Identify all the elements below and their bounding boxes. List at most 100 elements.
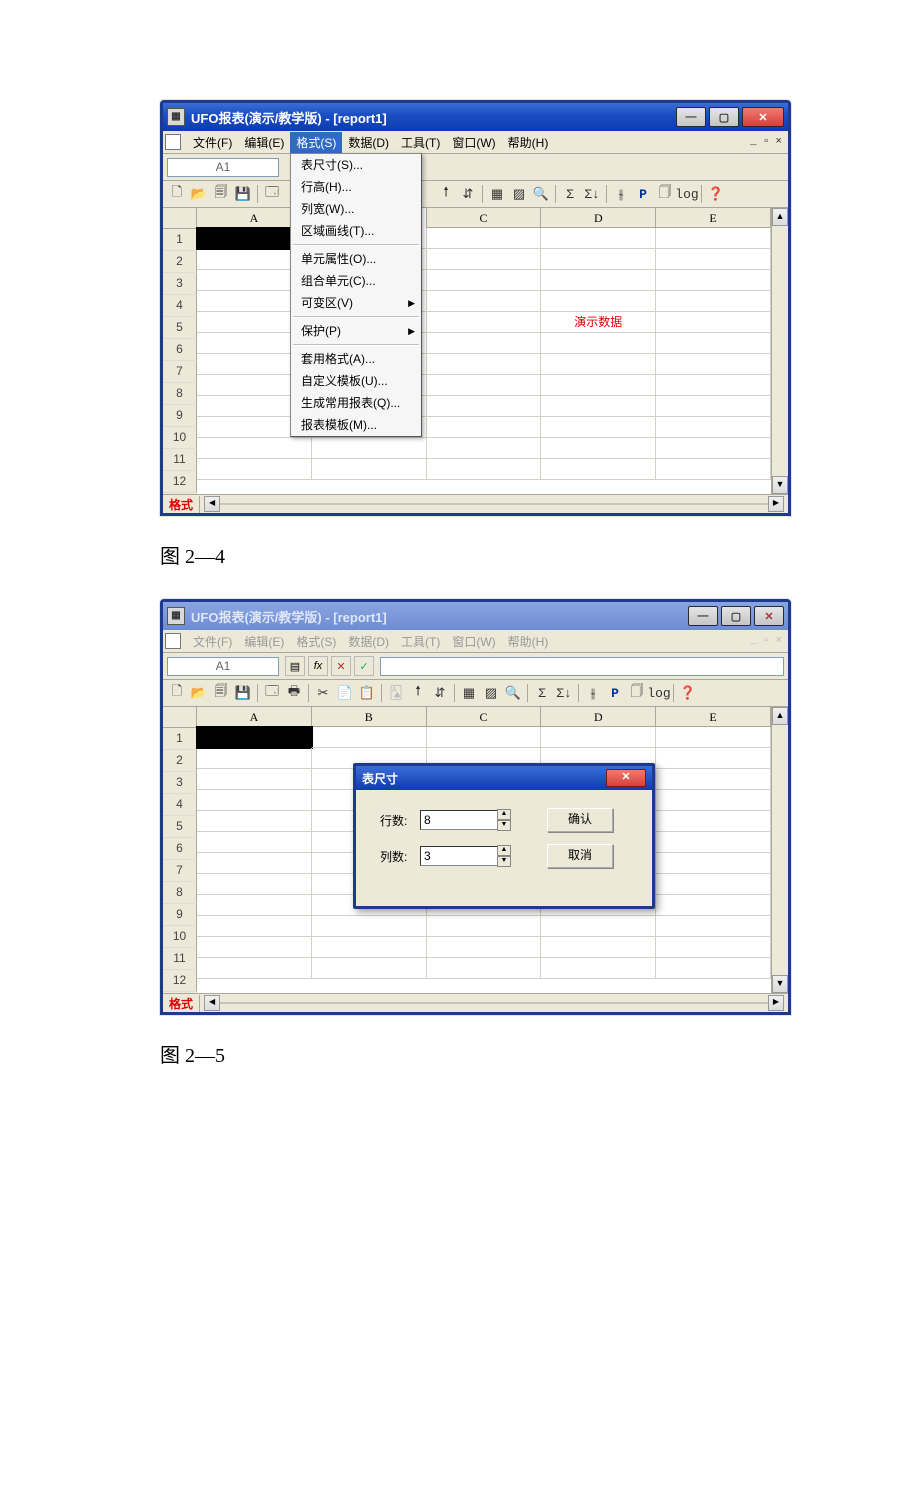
ok-button[interactable]: 确认	[547, 808, 613, 832]
save-icon[interactable]: 💾	[233, 184, 253, 204]
mdi-close[interactable]: ×	[775, 136, 782, 148]
chart-icon[interactable]: ▨	[509, 184, 529, 204]
find-icon[interactable]: 🔍	[503, 683, 523, 703]
print-icon[interactable]: 🖶	[284, 683, 304, 703]
menu-window[interactable]: 窗口(W)	[446, 132, 501, 153]
mdi-icon[interactable]	[165, 134, 181, 150]
sumsort-icon[interactable]: Σ↓	[582, 184, 602, 204]
col-header[interactable]: E	[656, 707, 771, 727]
confirm-icon[interactable]: ✓	[354, 656, 374, 676]
row-header[interactable]: 12	[163, 471, 197, 493]
row-header[interactable]: 7	[163, 860, 197, 882]
cols-spinner[interactable]: ▲▼	[497, 845, 511, 867]
scroll-down-icon[interactable]: ▼	[772, 975, 788, 993]
row-header[interactable]: 8	[163, 882, 197, 904]
menu-edit[interactable]: 编辑(E)	[238, 631, 290, 652]
log-icon[interactable]: log	[677, 184, 697, 204]
close-button[interactable]: ✕	[742, 107, 784, 127]
vertical-scrollbar[interactable]: ▲ ▼	[771, 208, 788, 494]
open-icon[interactable]: 📂	[189, 184, 209, 204]
menu-custom-template[interactable]: 自定义模板(U)...	[291, 370, 421, 392]
menu-apply-format[interactable]: 套用格式(A)...	[291, 348, 421, 370]
mdi-icon[interactable]	[165, 633, 181, 649]
row-header[interactable]: 4	[163, 295, 197, 317]
copy-icon[interactable]: 📄	[335, 683, 355, 703]
row-header[interactable]: 4	[163, 794, 197, 816]
cells-area[interactable]: 演示数据	[197, 228, 771, 494]
game-icon[interactable]: 🂡	[386, 683, 406, 703]
rows-spinner[interactable]: ▲▼	[497, 809, 511, 831]
menu-col-width[interactable]: 列宽(W)...	[291, 198, 421, 220]
sum-icon[interactable]: Σ	[560, 184, 580, 204]
row-header[interactable]: 7	[163, 361, 197, 383]
row-header[interactable]: 10	[163, 427, 197, 449]
open-icon[interactable]: 📂	[189, 683, 209, 703]
menu-format[interactable]: 格式(S)	[290, 132, 342, 153]
help-icon[interactable]: ❓	[678, 683, 698, 703]
mdi-close[interactable]: ×	[775, 635, 782, 647]
page-icon[interactable]: 🗍	[627, 683, 647, 703]
grid-corner[interactable]	[163, 707, 197, 728]
cell-reference[interactable]: A1	[167, 657, 279, 676]
menu-format[interactable]: 格式(S)	[290, 631, 342, 652]
row-header[interactable]: 6	[163, 838, 197, 860]
cell-reference[interactable]: A1	[167, 158, 279, 177]
arrow-icon[interactable]: 🠕	[408, 683, 428, 703]
row-header[interactable]: 8	[163, 383, 197, 405]
rows-input[interactable]	[420, 810, 498, 830]
preview-icon[interactable]: 🗔	[262, 184, 282, 204]
col-header[interactable]: E	[656, 208, 771, 228]
new-icon[interactable]: 🗋	[167, 683, 187, 703]
sum-icon[interactable]: Σ	[532, 683, 552, 703]
row-header[interactable]: 1	[163, 229, 197, 251]
find-icon[interactable]: 🔍	[531, 184, 551, 204]
menu-cell-prop[interactable]: 单元属性(O)...	[291, 248, 421, 270]
cells-area[interactable]: 表尺寸 ✕ 行数: ▲▼ 确认 列数:	[197, 727, 771, 993]
menu-table-size[interactable]: 表尺寸(S)...	[291, 154, 421, 176]
col-header[interactable]: D	[541, 208, 656, 228]
menu-data[interactable]: 数据(D)	[342, 631, 395, 652]
menu-data[interactable]: 数据(D)	[342, 132, 395, 153]
scroll-up-icon[interactable]: ▲	[772, 707, 788, 725]
grid-icon[interactable]: ▦	[459, 683, 479, 703]
row-header[interactable]: 9	[163, 405, 197, 427]
cancel-button[interactable]: 取消	[547, 844, 613, 868]
arrow-icon[interactable]: 🠕	[436, 184, 456, 204]
new-icon[interactable]: 🗋	[167, 184, 187, 204]
menu-help[interactable]: 帮助(H)	[502, 132, 555, 153]
scroll-left-icon[interactable]: ◀	[204, 995, 220, 1011]
sumsort-icon[interactable]: Σ↓	[554, 683, 574, 703]
status-mode[interactable]: 格式	[163, 995, 200, 1012]
vertical-scrollbar[interactable]: ▲ ▼	[771, 707, 788, 993]
path-icon[interactable]: ⫳	[583, 683, 603, 703]
row-header[interactable]: 12	[163, 970, 197, 992]
col-header[interactable]: C	[427, 707, 542, 727]
menu-merge-cell[interactable]: 组合单元(C)...	[291, 270, 421, 292]
grid-icon[interactable]: ▦	[487, 184, 507, 204]
row-header[interactable]: 10	[163, 926, 197, 948]
horizontal-scrollbar[interactable]: ◀ ▶	[204, 996, 784, 1010]
copybook-icon[interactable]: 🗐	[211, 683, 231, 703]
horizontal-scrollbar[interactable]: ◀ ▶	[204, 497, 784, 511]
cancel-icon[interactable]: ✕	[331, 656, 351, 676]
close-button[interactable]: ✕	[754, 606, 784, 626]
path-icon[interactable]: ⫳	[611, 184, 631, 204]
row-header[interactable]: 3	[163, 772, 197, 794]
cell-demo-text[interactable]: 演示数据	[541, 312, 656, 333]
row-header[interactable]: 11	[163, 948, 197, 970]
row-header[interactable]: 2	[163, 750, 197, 772]
col-header[interactable]: B	[312, 707, 427, 727]
col-header[interactable]: C	[427, 208, 542, 228]
minimize-button[interactable]: —	[688, 606, 718, 626]
page-icon[interactable]: 🗍	[655, 184, 675, 204]
row-header[interactable]: 3	[163, 273, 197, 295]
menu-window[interactable]: 窗口(W)	[446, 631, 501, 652]
menu-edit[interactable]: 编辑(E)	[238, 132, 290, 153]
menu-protect[interactable]: 保护(P)▶	[291, 320, 421, 342]
menu-variable-area[interactable]: 可变区(V)▶	[291, 292, 421, 314]
dialog-close-button[interactable]: ✕	[606, 769, 646, 787]
row-header[interactable]: 5	[163, 816, 197, 838]
cols-input[interactable]	[420, 846, 498, 866]
paste-icon[interactable]: 📋	[357, 683, 377, 703]
row-header[interactable]: 2	[163, 251, 197, 273]
